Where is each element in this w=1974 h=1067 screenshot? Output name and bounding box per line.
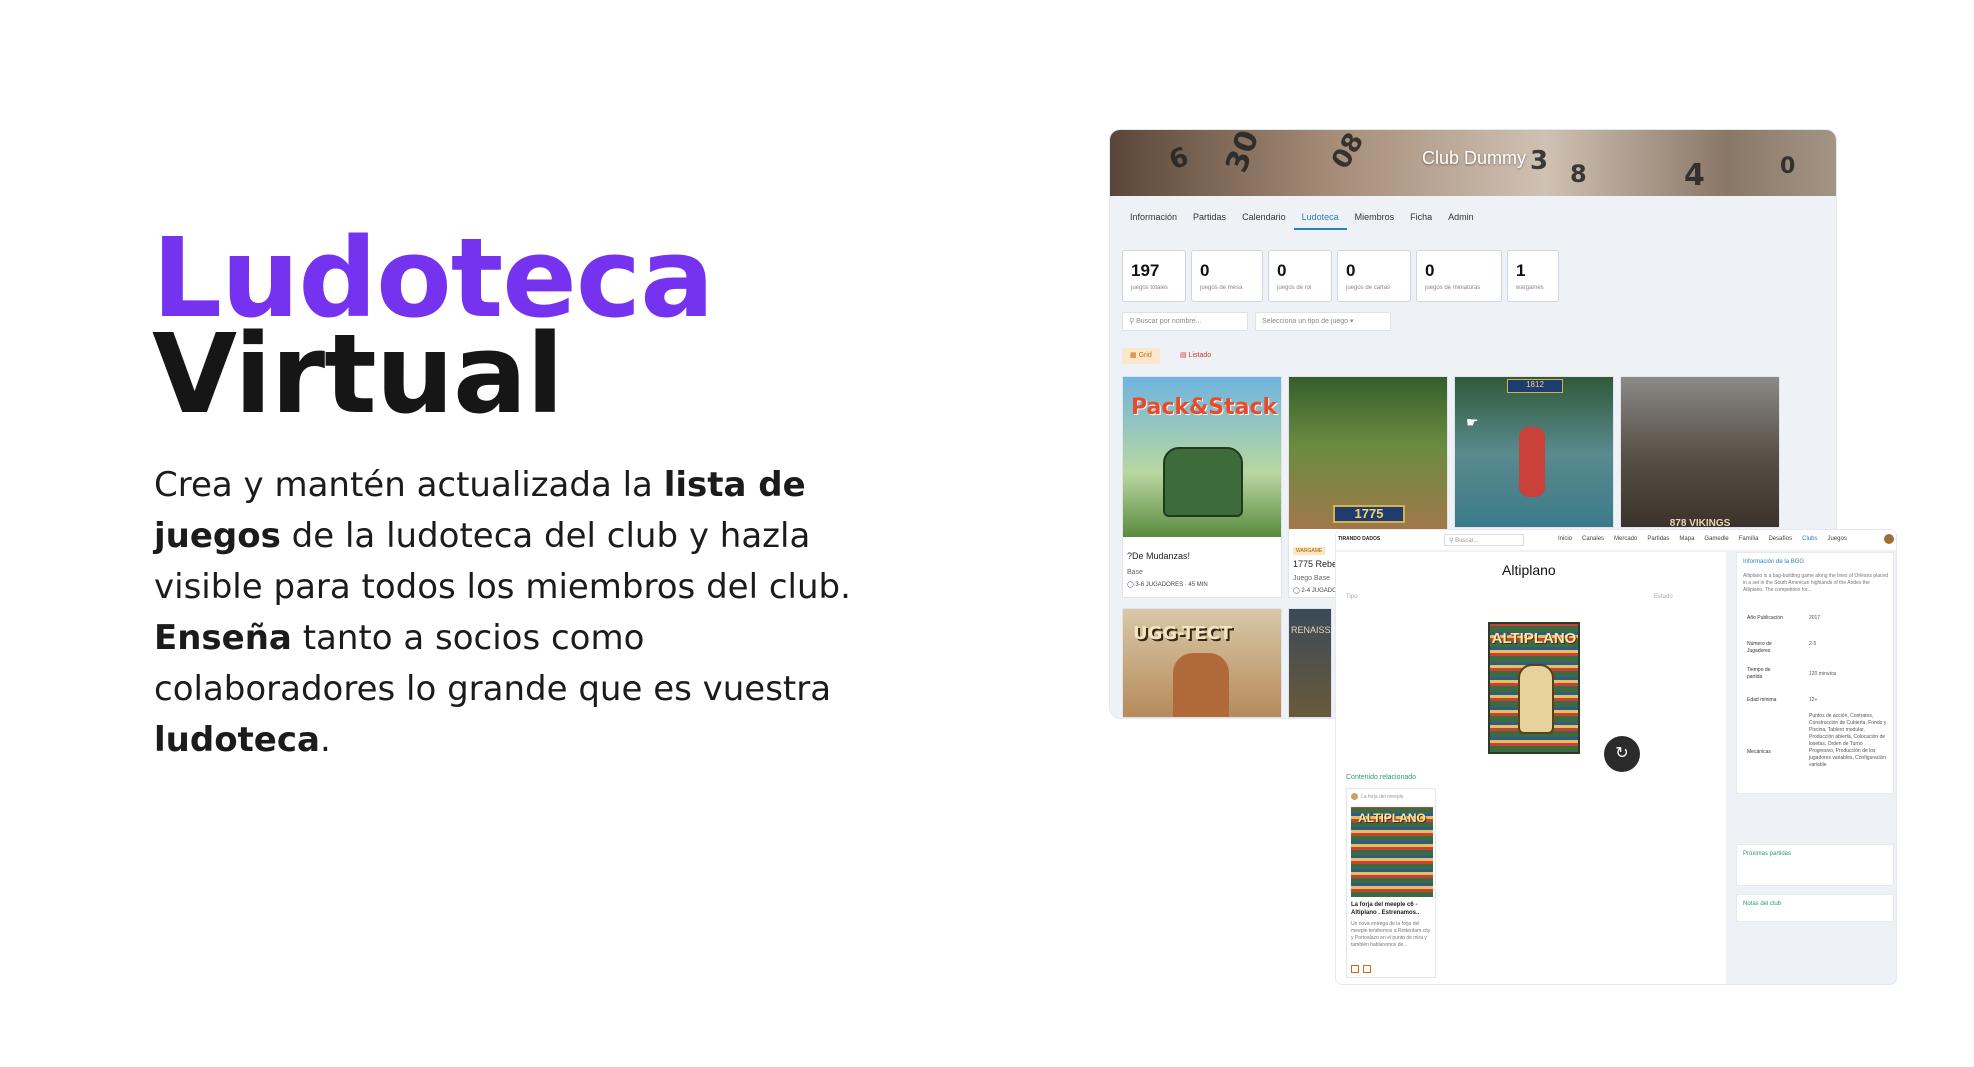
related-card-title: La forja del meeple c6 - Altiplano . Est… bbox=[1351, 902, 1420, 916]
stat-miniaturas: 0 juegos de miniaturas bbox=[1416, 250, 1502, 302]
tab-partidas[interactable]: Partidas bbox=[1185, 212, 1234, 230]
game-card-image: 878 VIKINGS bbox=[1621, 377, 1779, 527]
tab-miembros[interactable]: Miembros bbox=[1347, 212, 1403, 230]
nav-juegos[interactable]: Juegos bbox=[1827, 536, 1846, 542]
related-author: La forja del meeple bbox=[1361, 794, 1404, 800]
related-content-card[interactable]: La forja del meeple ALTIPLANO La forja d… bbox=[1346, 788, 1436, 978]
bgg-value: 12+ bbox=[1809, 697, 1818, 703]
bgg-key: Número de Jugadores bbox=[1747, 641, 1772, 654]
game-type-select[interactable]: Selecciona un tipo de juego ▾ bbox=[1255, 312, 1391, 331]
tab-ficha[interactable]: Ficha bbox=[1402, 212, 1440, 230]
stat-total: 197 juegos totales bbox=[1122, 250, 1186, 302]
bgg-title: Información de la BGG bbox=[1743, 559, 1805, 565]
club-tabs: Información Partidas Calendario Ludoteca… bbox=[1122, 212, 1482, 230]
ludoteca-stats: 197 juegos totales 0 juegos de mesa 0 juego… bbox=[1122, 250, 1559, 302]
game-card-image: 1775 bbox=[1289, 377, 1447, 529]
nav-partidas[interactable]: Partidas bbox=[1647, 536, 1669, 542]
stat-rol: 0 juegos de rol bbox=[1268, 250, 1332, 302]
game-title: Altiplano bbox=[1502, 562, 1556, 578]
stat-wargames: 1 wargames bbox=[1507, 250, 1559, 302]
top-navbar: TIRANDO DADOS ⚲ Buscar... Inicio Canales… bbox=[1336, 530, 1896, 550]
nav-clubs[interactable]: Clubs bbox=[1802, 536, 1817, 542]
related-card-desc: Un nova entrega de la forja del meeple t… bbox=[1351, 921, 1431, 948]
proximas-title: Próximas partidas bbox=[1743, 851, 1792, 857]
view-grid-button[interactable]: ▦ Grid bbox=[1122, 348, 1160, 364]
game-card-image: RENAISSANCE bbox=[1289, 609, 1331, 717]
bookmark-icon[interactable] bbox=[1351, 965, 1359, 973]
bgg-key: Edad mínima bbox=[1747, 697, 1777, 703]
stat-cartas: 0 juegos de cartas bbox=[1337, 250, 1411, 302]
game-card-image: UGG-TECT bbox=[1123, 609, 1281, 717]
game-detail-screenshot: TIRANDO DADOS ⚲ Buscar... Inicio Canales… bbox=[1336, 530, 1896, 984]
nav-inicio[interactable]: Inicio bbox=[1558, 536, 1572, 542]
tab-informacion[interactable]: Información bbox=[1122, 212, 1185, 230]
game-detail-main: Altiplano Tipo Estado ALTIPLANO ↻ Conten… bbox=[1336, 552, 1726, 984]
user-avatar[interactable] bbox=[1884, 534, 1894, 544]
llama-icon bbox=[1518, 664, 1554, 734]
nav-mercado[interactable]: Mercado bbox=[1614, 536, 1637, 542]
game-card-subtitle: Base bbox=[1127, 569, 1143, 576]
share-icon[interactable] bbox=[1363, 965, 1371, 973]
site-logo[interactable]: TIRANDO DADOS bbox=[1338, 536, 1380, 542]
nav-familia[interactable]: Família bbox=[1739, 536, 1759, 542]
bgg-key: Año Publicación bbox=[1747, 615, 1783, 621]
site-search-input[interactable]: ⚲ Buscar... bbox=[1444, 534, 1524, 546]
tipo-label: Tipo bbox=[1346, 594, 1358, 600]
notas-club-panel: Notas del club bbox=[1736, 894, 1894, 922]
cursor-icon: ☛ bbox=[1466, 414, 1479, 430]
author-avatar bbox=[1351, 793, 1358, 800]
game-card[interactable]: 1812 bbox=[1454, 376, 1614, 528]
nav-links: Inicio Canales Mercado Partidas Mapa Gam… bbox=[1558, 536, 1847, 542]
rotate-icon[interactable]: ↻ bbox=[1604, 736, 1640, 772]
notas-title: Notas del club bbox=[1743, 901, 1782, 907]
detail-sidebar: Información de la BGG Altiplano is a bag… bbox=[1736, 552, 1896, 984]
game-card[interactable]: RENAISSANCE bbox=[1288, 608, 1332, 718]
bgg-value: 2017 bbox=[1809, 615, 1821, 621]
game-box-art: ALTIPLANO bbox=[1488, 622, 1580, 754]
estado-label: Estado bbox=[1654, 594, 1673, 600]
hero-description: Crea y mantén actualizada la lista de ju… bbox=[154, 460, 854, 766]
nav-mapa[interactable]: Mapa bbox=[1679, 536, 1694, 542]
proximas-partidas-panel: Próximas partidas bbox=[1736, 844, 1894, 886]
game-card[interactable]: Pack&Stack ?De Mudanzas! Base ◯ 3-6 JUGA… bbox=[1122, 376, 1282, 598]
game-card-title: ?De Mudanzas! bbox=[1127, 551, 1191, 561]
hero-paragraph-1: Crea y mantén actualizada la lista de ju… bbox=[154, 465, 851, 607]
bgg-key: Mecánicas bbox=[1747, 749, 1771, 755]
tab-calendario[interactable]: Calendario bbox=[1234, 212, 1294, 230]
club-banner: 6 30 08 3 8 4 0 Club Dummy bbox=[1110, 130, 1836, 196]
stat-mesa: 0 juegos de mesa bbox=[1191, 250, 1263, 302]
tab-ludoteca[interactable]: Ludoteca bbox=[1293, 212, 1347, 230]
related-image: ALTIPLANO bbox=[1351, 807, 1433, 897]
hero-paragraph-2: Enseña tanto a socios como colaboradores… bbox=[154, 618, 832, 760]
bgg-value: 2-5 bbox=[1809, 641, 1817, 647]
game-card-image: 1812 bbox=[1455, 377, 1613, 527]
view-list-button[interactable]: ▤ Listado bbox=[1174, 348, 1217, 364]
game-card-image: Pack&Stack bbox=[1123, 377, 1281, 537]
game-search-input[interactable]: ⚲ Buscar por nombre... bbox=[1122, 312, 1248, 331]
nav-gamedle[interactable]: Gamedle bbox=[1704, 536, 1728, 542]
nav-desafios[interactable]: Desafíos bbox=[1768, 536, 1792, 542]
related-content-title: Contenido relacionado bbox=[1346, 774, 1417, 781]
bgg-value: 120 minutos bbox=[1809, 671, 1837, 677]
club-name: Club Dummy bbox=[1422, 148, 1527, 168]
bgg-info-panel: Información de la BGG Altiplano is a bag… bbox=[1736, 552, 1894, 794]
game-card[interactable]: 878 VIKINGS bbox=[1620, 376, 1780, 528]
game-card-tag: WARGAME bbox=[1293, 547, 1326, 555]
hero-title: Ludoteca Virtual bbox=[152, 223, 714, 429]
bgg-key: Tiempo de partida bbox=[1747, 667, 1771, 680]
game-card[interactable]: UGG-TECT bbox=[1122, 608, 1282, 718]
tab-admin[interactable]: Admin bbox=[1440, 212, 1482, 230]
bgg-description: Altiplano is a bag-building game along t… bbox=[1743, 573, 1889, 593]
game-card-meta: ◯ 3-6 JUGADORES · 45 MIN bbox=[1127, 582, 1208, 588]
game-card-subtitle: Juego Base bbox=[1293, 575, 1330, 582]
nav-canales[interactable]: Canales bbox=[1582, 536, 1604, 542]
bgg-value: Puntos de acción, Contratos, Construcció… bbox=[1809, 713, 1887, 768]
